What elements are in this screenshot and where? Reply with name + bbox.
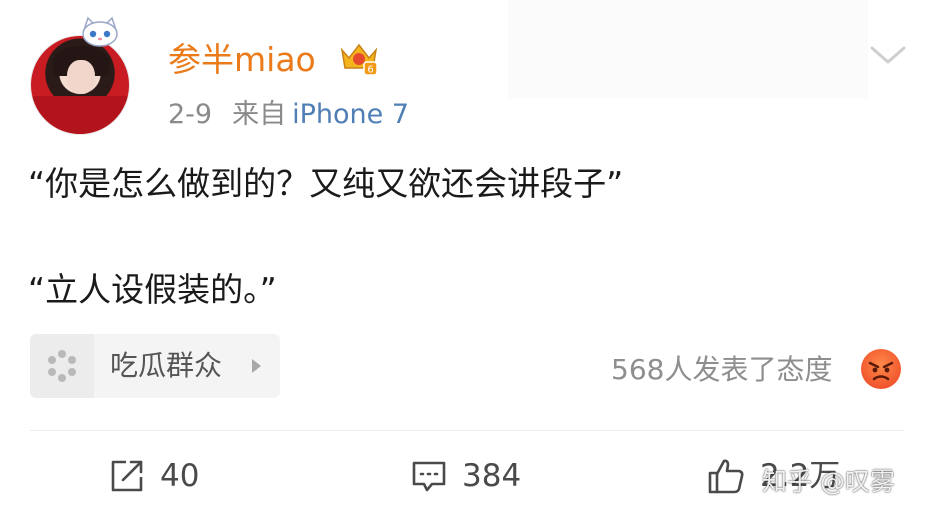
device-link[interactable]: iPhone 7 xyxy=(292,99,409,130)
post-text-line-1: “你是怎么做到的？又纯又欲还会讲段子” xyxy=(28,164,624,203)
crown-badge-icon[interactable]: 6 xyxy=(338,40,380,78)
cat-pendant-icon xyxy=(82,16,118,47)
username[interactable]: 参半miao xyxy=(168,38,316,82)
chevron-down-icon[interactable] xyxy=(868,40,908,70)
share-box-icon xyxy=(111,460,143,492)
avatar-scarf xyxy=(31,96,129,134)
topic-chip[interactable]: 吃瓜群众 xyxy=(30,334,280,398)
speech-bubble-icon xyxy=(412,461,446,492)
faded-background-panel xyxy=(508,0,868,98)
source-prefix: 来自 xyxy=(232,99,287,130)
comment-button[interactable]: 384 xyxy=(410,452,521,500)
post-text-line-2: “立人设假装的。” xyxy=(28,270,277,309)
post-date: 2-9 xyxy=(168,99,213,130)
topic-icon-box xyxy=(30,334,94,398)
svg-text:6: 6 xyxy=(367,65,373,76)
angry-face-icon[interactable] xyxy=(860,348,902,390)
flower-icon xyxy=(48,350,76,382)
divider xyxy=(30,430,904,431)
repost-button[interactable]: 40 xyxy=(108,452,199,500)
post-meta: 2-9 来自 iPhone 7 xyxy=(168,96,409,134)
triangle-right-icon xyxy=(252,359,261,373)
watermark: 知乎 @叹雾 xyxy=(762,467,895,496)
repost-count: 40 xyxy=(160,458,200,494)
avatar[interactable] xyxy=(30,35,130,135)
avatar-face xyxy=(67,60,95,94)
comment-count: 384 xyxy=(462,458,522,494)
topic-label: 吃瓜群众 xyxy=(110,349,223,382)
reaction-count[interactable]: 568人发表了态度 xyxy=(611,350,832,390)
thumbs-up-icon xyxy=(708,459,744,494)
